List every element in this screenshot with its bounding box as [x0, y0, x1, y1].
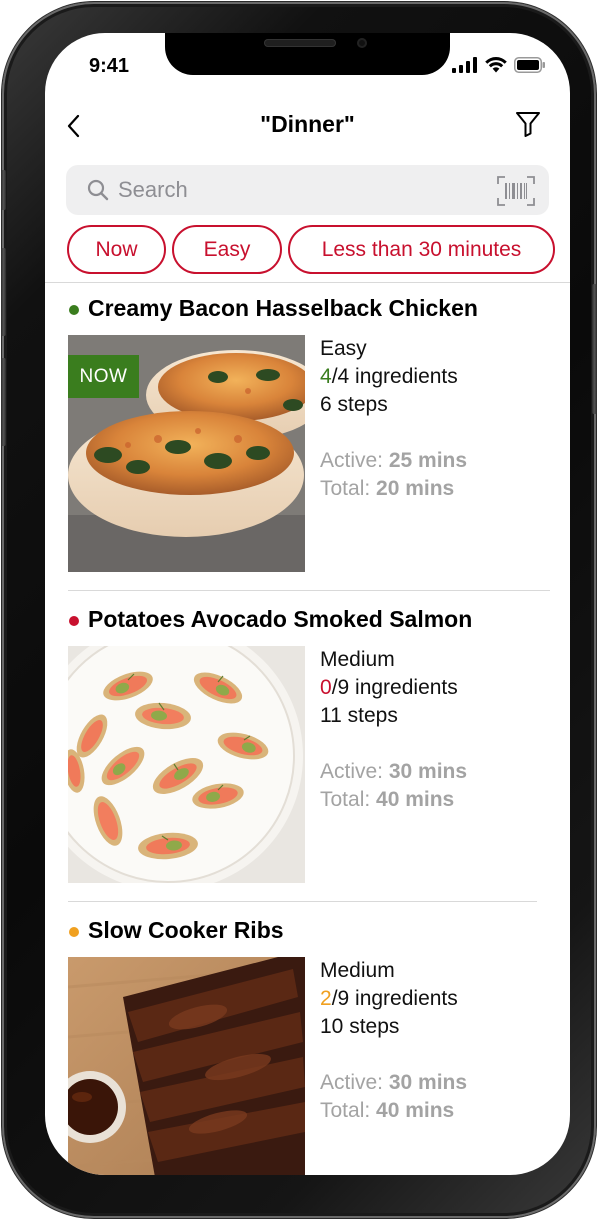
ribs-photo — [68, 957, 305, 1175]
total-time: Total: 40 mins — [320, 1097, 467, 1125]
recipe-title: Slow Cooker Ribs — [88, 917, 284, 943]
filter-chip-easy[interactable]: Easy — [172, 225, 282, 274]
search-bar[interactable] — [66, 165, 549, 215]
active-time-value: 25 mins — [388, 449, 468, 472]
active-time-label: Active: — [320, 1071, 389, 1094]
volume-up-button — [1, 248, 6, 336]
recipe-image-chicken[interactable]: NOW — [68, 335, 305, 572]
difficulty: Medium — [320, 648, 395, 671]
front-camera — [357, 38, 367, 48]
recipe-image-salmon[interactable] — [68, 646, 305, 883]
total-time-value: 20 mins — [376, 477, 455, 500]
notch — [165, 33, 450, 75]
steps-count: 6 steps — [320, 393, 388, 416]
total-time: Total: 20 mins — [320, 475, 467, 503]
recipe-card[interactable]: Creamy Bacon Hasselback Chicken NOW Easy… — [45, 283, 570, 593]
active-time: Active: 30 mins — [320, 758, 467, 786]
cellular-signal-icon — [452, 57, 477, 73]
ingredients-total: /9 ingredients — [331, 987, 458, 1010]
search-icon — [87, 179, 109, 201]
filter-icon — [516, 112, 540, 137]
total-time-label: Total: — [320, 788, 377, 811]
total-time-value: 40 mins — [376, 788, 455, 811]
total-time: Total: 40 mins — [320, 786, 467, 814]
difficulty: Easy — [320, 337, 367, 360]
phone-frame: 9:41 "Dinner" Search Now Easy Less than … — [1, 2, 597, 1218]
total-time-label: Total: — [320, 477, 377, 500]
total-time-label: Total: — [320, 1099, 377, 1122]
ingredients-total: /4 ingredients — [331, 365, 458, 388]
difficulty: Medium — [320, 959, 395, 982]
ingredients-available: 4 — [320, 365, 332, 388]
recipe-card[interactable]: Potatoes Avocado Smoked Salmon Medium 0/… — [45, 594, 570, 904]
ingredients-available: 2 — [320, 987, 332, 1010]
divider — [68, 590, 550, 591]
salmon-photo — [68, 646, 305, 883]
barcode-scan-icon[interactable] — [497, 176, 535, 206]
ingredients-count: 4/4 ingredients — [320, 363, 467, 391]
steps-count: 10 steps — [320, 1015, 400, 1038]
search-input[interactable] — [118, 165, 478, 215]
active-time: Active: 30 mins — [320, 1069, 467, 1097]
battery-icon — [514, 57, 545, 73]
ingredients-count: 0/9 ingredients — [320, 674, 467, 702]
filter-button[interactable] — [514, 109, 542, 139]
availability-dot — [69, 927, 79, 937]
speaker-grille — [264, 39, 336, 47]
recipe-meta: Medium 2/9 ingredients 10 steps Active: … — [320, 957, 467, 1125]
page-title: "Dinner" — [260, 111, 355, 137]
screen: 9:41 "Dinner" Search Now Easy Less than … — [45, 33, 570, 1175]
recipe-image-ribs[interactable] — [68, 957, 305, 1175]
active-time-value: 30 mins — [388, 760, 468, 783]
active-time: Active: 25 mins — [320, 447, 467, 475]
total-time-value: 40 mins — [376, 1099, 455, 1122]
filter-chip-now[interactable]: Now — [67, 225, 166, 274]
recipe-meta: Easy 4/4 ingredients 6 steps Active: 25 … — [320, 335, 467, 503]
ingredients-count: 2/9 ingredients — [320, 985, 467, 1013]
recipe-meta: Medium 0/9 ingredients 11 steps Active: … — [320, 646, 467, 814]
status-time: 9:41 — [89, 55, 130, 77]
recipe-title: Potatoes Avocado Smoked Salmon — [88, 606, 473, 632]
active-time-value: 30 mins — [388, 1071, 468, 1094]
availability-dot — [69, 616, 79, 626]
ingredients-total: /9 ingredients — [331, 676, 458, 699]
now-badge: NOW — [68, 355, 139, 398]
filter-chip-less-than-30-minutes[interactable]: Less than 30 minutes — [288, 225, 555, 274]
power-button — [592, 284, 597, 414]
divider — [68, 901, 537, 902]
availability-dot — [69, 305, 79, 315]
volume-down-button — [1, 358, 6, 446]
steps-count: 11 steps — [320, 704, 398, 727]
recipe-title: Creamy Bacon Hasselback Chicken — [88, 295, 478, 321]
mute-switch — [1, 170, 6, 210]
active-time-label: Active: — [320, 449, 389, 472]
active-time-label: Active: — [320, 760, 389, 783]
status-icons — [452, 57, 546, 73]
ingredients-available: 0 — [320, 676, 332, 699]
wifi-icon — [485, 57, 507, 73]
recipe-card[interactable]: Slow Cooker Ribs Medium 2/9 ingredients … — [45, 905, 570, 1175]
